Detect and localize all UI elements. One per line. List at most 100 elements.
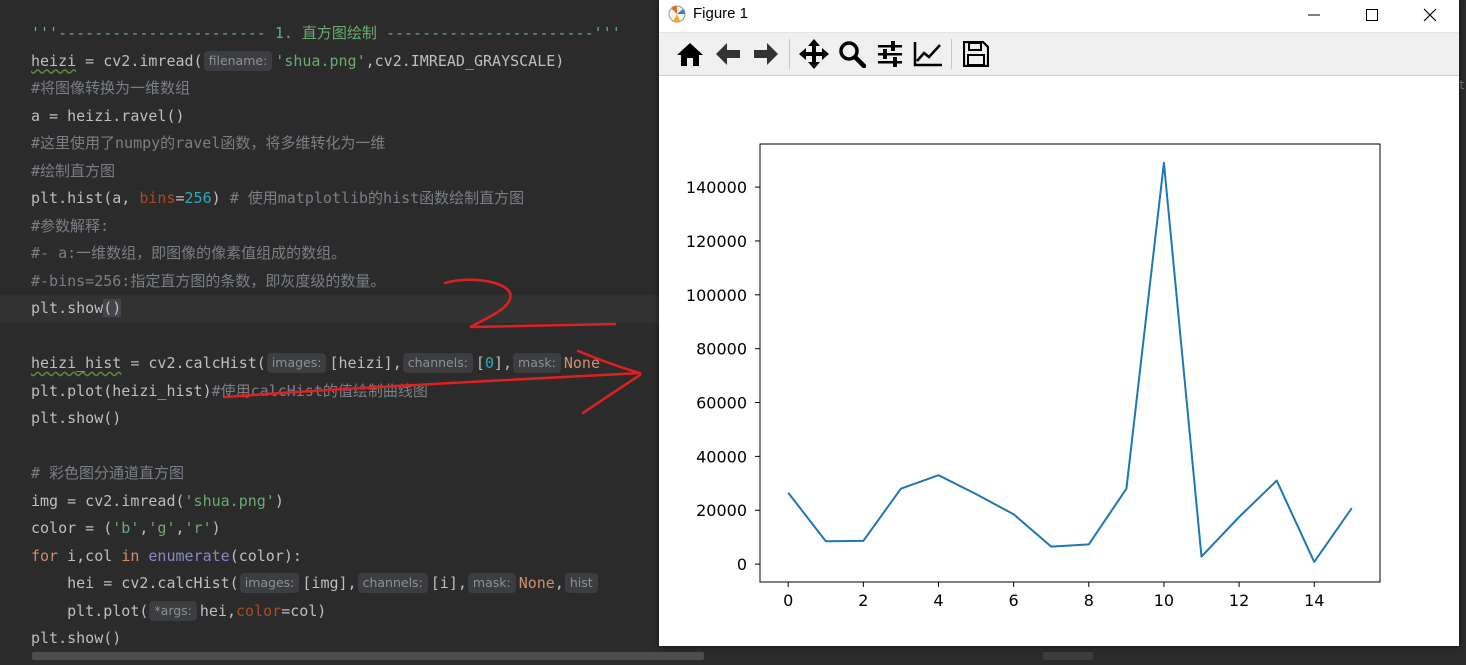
- home-button[interactable]: [673, 37, 707, 71]
- keyword-arg: color: [236, 601, 282, 620]
- move-arrows-icon: [799, 39, 829, 69]
- y-tick-label: 100000: [686, 286, 747, 305]
- code-line-22[interactable]: plt.plot(*args: hei,color=col): [31, 598, 671, 626]
- comment: #使用calcHist的值绘制曲线图: [211, 381, 428, 400]
- code-line-9[interactable]: #- a:一维数组，即图像的像素值组成的数组。: [31, 240, 671, 268]
- code-text: ,: [175, 519, 185, 537]
- number-literal: 256: [184, 189, 212, 207]
- builtin: enumerate: [148, 546, 230, 565]
- home-icon: [677, 43, 703, 66]
- code-text: plt.plot(heizi_hist): [31, 381, 212, 400]
- minimize-button[interactable]: [1285, 0, 1343, 30]
- close-button[interactable]: [1401, 0, 1459, 30]
- code-line-18[interactable]: img = cv2.imread('shua.png'): [31, 488, 671, 516]
- close-icon: [1423, 8, 1437, 22]
- back-button[interactable]: [711, 37, 745, 71]
- scrollbar-thumb[interactable]: [32, 652, 704, 660]
- string-literal: 'r': [184, 519, 212, 537]
- docstring: -----------------------''': [376, 24, 621, 42]
- window-titlebar[interactable]: Figure 1: [659, 0, 1459, 30]
- code-text: = cv2.calcHist(: [121, 354, 266, 372]
- code-line-14[interactable]: plt.plot(heizi_hist)#使用calcHist的值绘制曲线图: [31, 378, 671, 406]
- code-line-4[interactable]: a = heizi.ravel(): [31, 103, 671, 131]
- param-hint: images:: [266, 353, 327, 373]
- y-tick-label: 20000: [696, 501, 747, 520]
- string-literal: 'shua.png': [184, 491, 275, 510]
- paren-highlight: (): [103, 299, 122, 317]
- code-text: img = cv2.imread(: [31, 491, 185, 510]
- variable: heizi_hist: [31, 354, 122, 372]
- code-line-1[interactable]: '''----------------------- 1. 直方图绘制 ----…: [31, 20, 671, 48]
- zoom-button[interactable]: [835, 37, 869, 71]
- code-line-2[interactable]: heizi = cv2.imread(filename:'shua.png',c…: [31, 48, 671, 76]
- param-hint: channels:: [402, 353, 473, 373]
- back-arrow-icon: [716, 43, 740, 65]
- plot-canvas[interactable]: 0 2 4 6 8 10 12 14 0 20000 40000 60000 80000 100000 12…: [659, 75, 1459, 645]
- toolbar-separator: [789, 39, 790, 69]
- code-text: ],: [493, 354, 513, 372]
- code-line-5[interactable]: #这里使用了numpy的ravel函数，将多维转化为一维: [31, 130, 671, 158]
- x-tick-label: 12: [1229, 591, 1249, 610]
- code-line-8[interactable]: #参数解释:: [31, 213, 671, 241]
- pan-button[interactable]: [797, 37, 831, 71]
- toolbar-separator: [951, 39, 952, 69]
- figure-window[interactable]: Figure 1 0 2 4 6 8 10 12 14 0 20000 4000…: [659, 0, 1459, 646]
- scrollbar-thumb-secondary[interactable]: [1043, 652, 1093, 660]
- maximize-button[interactable]: [1343, 0, 1401, 30]
- param-hint: mask:: [513, 353, 561, 373]
- forward-button[interactable]: [749, 37, 783, 71]
- y-tick-label: 60000: [696, 394, 747, 413]
- docstring: '''-----------------------: [31, 24, 275, 42]
- code-text: color = (: [31, 519, 113, 537]
- code-text: plt.hist(a,: [31, 189, 140, 207]
- code-line-6[interactable]: #绘制直方图: [31, 158, 671, 186]
- code-line-12-empty[interactable]: [31, 323, 671, 351]
- save-button[interactable]: [959, 37, 993, 71]
- code-text: ,: [554, 574, 564, 592]
- param-hint: *args:: [149, 600, 197, 621]
- code-text: [i],: [430, 574, 467, 592]
- axes-frame: [759, 143, 1381, 583]
- none-literal: None: [563, 354, 600, 372]
- line-chart-icon: [913, 42, 942, 67]
- x-tick-label: 14: [1304, 591, 1324, 610]
- keyword: in: [121, 546, 140, 565]
- x-tick-label: 6: [1009, 591, 1019, 610]
- code-text: ): [274, 491, 284, 510]
- code-line-16-empty[interactable]: [31, 433, 671, 461]
- param-hint: hist: [564, 573, 598, 593]
- forward-arrow-icon: [754, 43, 778, 65]
- code-line-11-current[interactable]: plt.show(): [0, 295, 671, 323]
- window-title: Figure 1: [693, 5, 749, 22]
- code-text: plt.show: [31, 299, 104, 317]
- editor-gutter: [0, 0, 26, 650]
- x-tick-label: 10: [1154, 591, 1174, 610]
- edit-axis-button[interactable]: [911, 37, 945, 71]
- code-line-17[interactable]: # 彩色图分通道直方图: [31, 460, 671, 488]
- minimize-icon: [1308, 14, 1320, 16]
- code-text: ): [211, 519, 221, 537]
- code-area[interactable]: '''----------------------- 1. 直方图绘制 ----…: [0, 20, 671, 653]
- maximize-icon: [1366, 9, 1378, 21]
- code-line-3[interactable]: #将图像转换为一维数组: [31, 75, 671, 103]
- code-line-21[interactable]: hei = cv2.calcHist(images: [img], channels…: [31, 570, 671, 598]
- code-line-13[interactable]: heizi_hist = cv2.calcHist(images: [heizi]…: [31, 350, 671, 378]
- configure-subplots-button[interactable]: [873, 37, 907, 71]
- code-line-10[interactable]: #-bins=256:指定直方图的条数，即灰度级的数量。: [31, 268, 671, 296]
- code-text: =col): [281, 601, 327, 620]
- y-tick-label: 0: [737, 555, 747, 574]
- code-text: hei,: [199, 601, 237, 620]
- code-text: plt.plot(: [31, 601, 149, 620]
- code-text: [heizi],: [329, 354, 402, 372]
- code-line-20[interactable]: for i,col in enumerate(color):: [31, 543, 671, 571]
- code-line-15[interactable]: plt.show(): [31, 405, 671, 433]
- code-line-19[interactable]: color = ('b','g','r'): [31, 515, 671, 543]
- x-tick-label: 8: [1084, 591, 1094, 610]
- x-tick-label: 4: [933, 591, 943, 610]
- param-hint: mask:: [467, 573, 516, 593]
- y-tick-label: 40000: [696, 447, 747, 466]
- y-tick-label: 80000: [696, 340, 747, 359]
- comment: # 使用matplotlib的hist函数绘制直方图: [229, 189, 525, 207]
- code-line-7[interactable]: plt.hist(a, bins=256) # 使用matplotlib的his…: [31, 185, 671, 213]
- magnifier-icon: [839, 41, 866, 68]
